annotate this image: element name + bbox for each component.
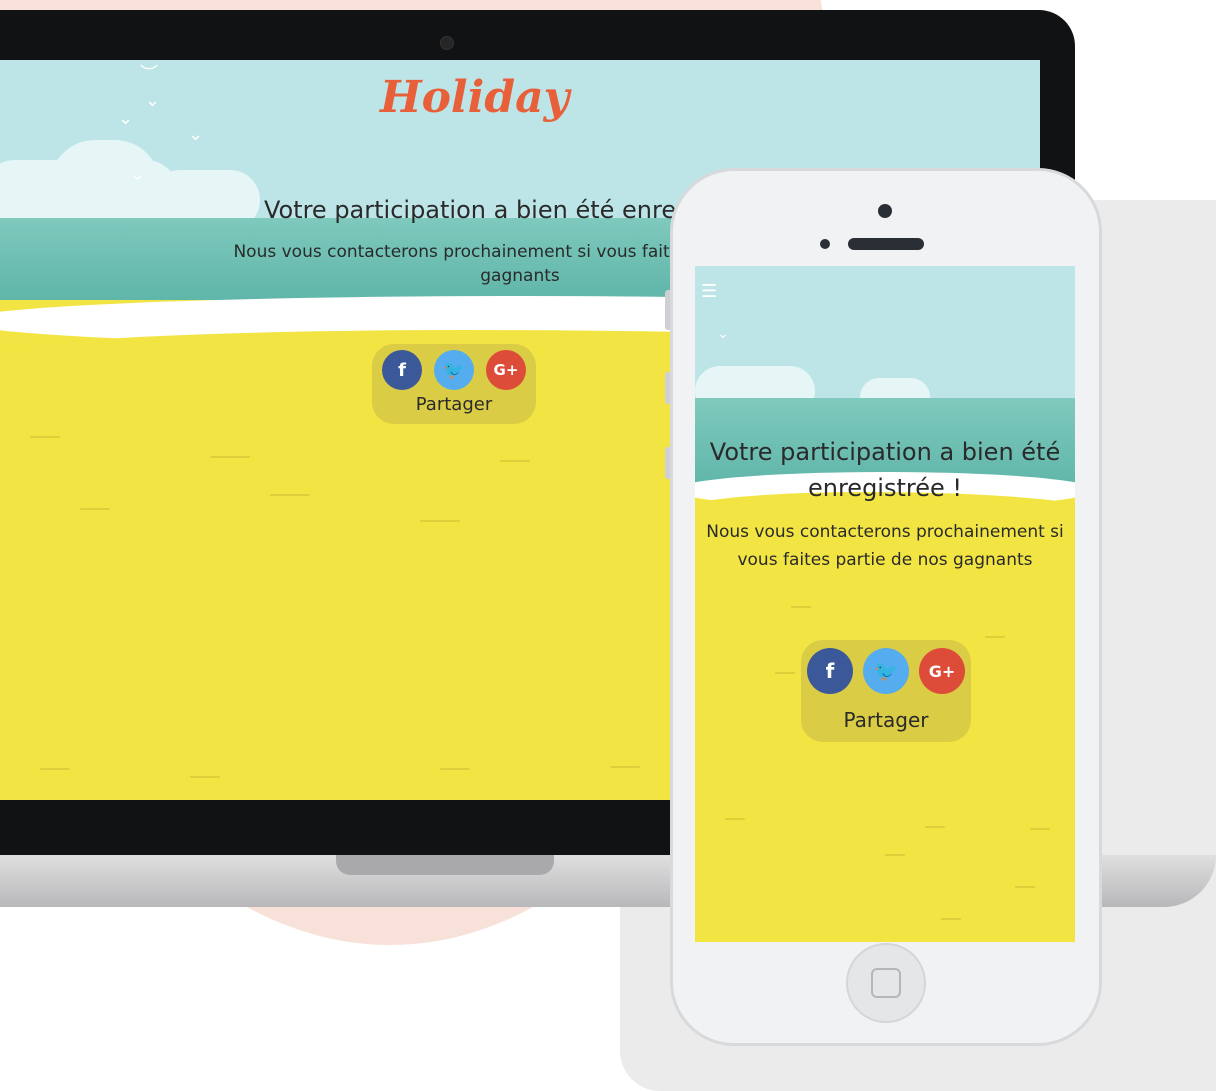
phone-sensor xyxy=(820,239,830,249)
sand-mark xyxy=(941,918,961,920)
sand-mark xyxy=(775,672,795,674)
bird-icon: ⌄ xyxy=(130,164,146,185)
confirmation-message-line: vous faites partie de nos gagnants xyxy=(737,550,1033,570)
sand-mark xyxy=(190,776,220,778)
sand-mark xyxy=(270,494,310,496)
holiday-logo: Holiday xyxy=(380,72,570,123)
sand-mark xyxy=(1030,828,1050,830)
laptop-hinge-notch xyxy=(336,855,554,875)
twitter-share-button[interactable]: 🐦 xyxy=(434,350,474,390)
sand-mark xyxy=(885,854,905,856)
bird-icon: ⌄ xyxy=(188,124,204,145)
confirmation-title-line: enregistrée ! xyxy=(807,474,963,502)
sand-mark xyxy=(440,768,470,770)
sand-mark xyxy=(791,606,811,608)
sand-mark xyxy=(610,766,640,768)
share-label: Partager xyxy=(843,708,929,732)
sand-mark xyxy=(30,436,60,438)
facebook-share-button[interactable]: f xyxy=(807,648,853,694)
sand-mark xyxy=(210,456,250,458)
facebook-share-button[interactable]: f xyxy=(382,350,422,390)
bird-icon: ︶ xyxy=(140,64,158,85)
phone-home-button[interactable] xyxy=(846,943,926,1023)
sand-mark xyxy=(500,460,530,462)
twitter-share-button[interactable]: 🐦 xyxy=(863,648,909,694)
share-panel: f 🐦 G+ Partager xyxy=(372,344,536,424)
googleplus-share-button[interactable]: G+ xyxy=(919,648,965,694)
sand-mark xyxy=(985,636,1005,638)
bird-icon: ⌄ xyxy=(118,108,134,129)
confirmation-message-line: Nous vous contacterons prochainement si xyxy=(706,522,1064,542)
home-square-icon xyxy=(871,968,901,998)
menu-icon[interactable]: ☰ xyxy=(701,283,719,301)
phone-speaker xyxy=(848,238,924,250)
sand-mark xyxy=(420,520,460,522)
sand-mark xyxy=(725,818,745,820)
sand-mark xyxy=(40,768,70,770)
phone-camera xyxy=(878,204,892,218)
bird-icon: ⌄ xyxy=(717,326,729,342)
phone-screen: ⌄ ☰ Votre participation a bien été enreg… xyxy=(695,266,1075,942)
laptop-camera xyxy=(440,36,454,50)
confirmation-message: Nous vous contacterons prochainement si … xyxy=(695,518,1075,574)
bird-icon: ⌄ xyxy=(145,90,161,111)
share-panel: f 🐦 G+ Partager xyxy=(801,640,971,742)
sand-mark xyxy=(925,826,945,828)
sand-mark xyxy=(1015,886,1035,888)
confirmation-title-line: Votre participation a bien été xyxy=(709,438,1061,466)
confirmation-title: Votre participation a bien été enregistr… xyxy=(695,434,1075,506)
googleplus-share-button[interactable]: G+ xyxy=(486,350,526,390)
share-label: Partager xyxy=(415,394,493,415)
sand-mark xyxy=(80,508,110,510)
